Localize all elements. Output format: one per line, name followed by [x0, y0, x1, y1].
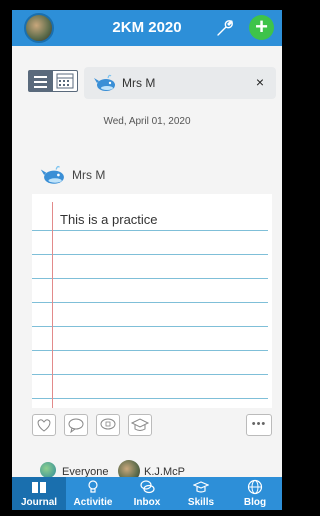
app-frame: 2KM 2020 + Mrs M × Wed, April 01, 2020 M…: [12, 10, 282, 510]
whale-icon: [40, 165, 64, 184]
tab-activities[interactable]: Activitie: [66, 477, 120, 510]
tab-label: Blog: [243, 497, 267, 508]
tab-inbox[interactable]: Inbox: [120, 477, 174, 510]
chip-name: Mrs M: [122, 76, 156, 90]
tab-label: Activitie: [73, 497, 113, 508]
tab-label: Journal: [20, 497, 58, 508]
globe-icon: [40, 462, 56, 478]
lightbulb-icon: [88, 480, 98, 493]
journal-entry-note[interactable]: This is a practice: [32, 194, 272, 408]
comment-icon[interactable]: [64, 414, 88, 436]
entry-actions: •••: [32, 414, 272, 442]
private-comment-icon[interactable]: [96, 414, 120, 436]
tab-skills[interactable]: Skills: [174, 477, 228, 510]
calendar-view-icon[interactable]: [52, 70, 78, 92]
more-options-button[interactable]: •••: [246, 414, 272, 436]
graduation-cap-icon[interactable]: [128, 414, 152, 436]
list-view-icon[interactable]: [28, 70, 52, 92]
student-filter-chip[interactable]: Mrs M ×: [84, 67, 276, 99]
journal-icon: [32, 482, 46, 493]
whale-icon: [94, 74, 115, 91]
globe-icon: [247, 479, 263, 495]
entry-text: This is a practice: [60, 212, 158, 227]
view-toggle: [28, 70, 78, 92]
entry-date: Wed, April 01, 2020: [103, 116, 191, 127]
close-icon[interactable]: ×: [256, 74, 264, 90]
entry-author: Mrs M: [40, 160, 160, 188]
chat-bubbles-icon: [140, 480, 155, 494]
wrench-icon[interactable]: [214, 17, 236, 39]
like-icon[interactable]: [32, 414, 56, 436]
tab-journal[interactable]: Journal: [12, 477, 66, 510]
add-button[interactable]: +: [249, 15, 274, 40]
bottom-tab-bar: Journal Activitie Inbox Skills Blog: [12, 477, 282, 510]
author-name: Mrs M: [72, 168, 106, 182]
margin-line: [52, 202, 53, 408]
tab-blog[interactable]: Blog: [228, 477, 282, 510]
top-bar: 2KM 2020 +: [12, 10, 282, 46]
graduation-cap-icon: [193, 481, 209, 493]
tab-label: Skills: [187, 497, 215, 508]
tab-label: Inbox: [133, 497, 161, 508]
page-title: 2KM 2020: [112, 19, 182, 36]
